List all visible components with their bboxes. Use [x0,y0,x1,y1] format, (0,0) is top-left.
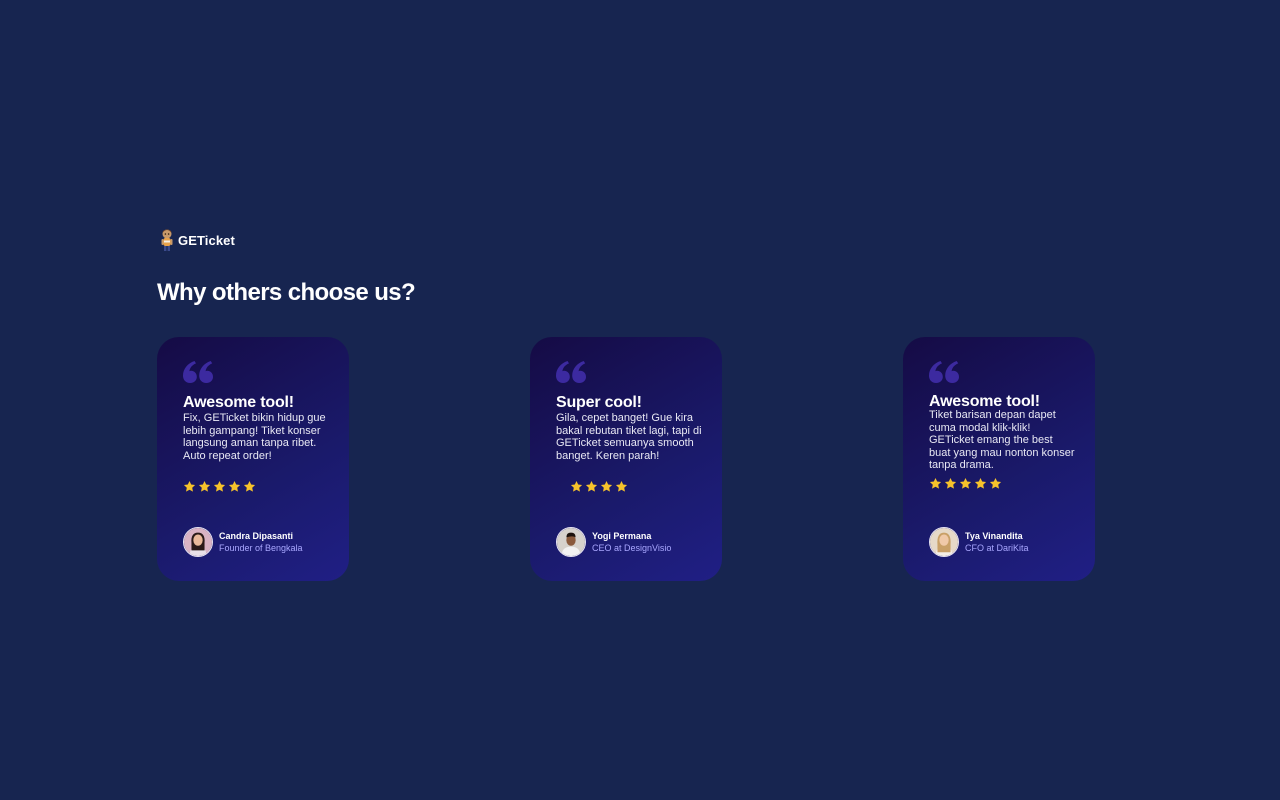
author-role: Founder of Bengkala [219,543,303,553]
section-heading: Why others choose us? [157,279,416,306]
female-avatar-icon [929,527,959,557]
author-name: Yogi Permana [592,531,652,541]
quote-icon [929,361,959,383]
author-role: CEO at DesignVisio [592,543,672,553]
testimonial-text: Fix, GETicket bikin hidup gue lebih gamp… [183,412,326,462]
star-icon [570,480,583,493]
star-icon [944,477,957,490]
star-icon [974,477,987,490]
quote-icon [556,361,586,383]
brand[interactable]: GETicket [159,228,235,252]
testimonial-title: Awesome tool! [929,393,1040,410]
quote-icon [183,361,213,383]
star-rating [183,480,329,493]
star-icon [989,477,1002,490]
female-avatar-icon [183,527,213,557]
star-rating [929,477,1075,490]
author-name: Candra Dipasanti [219,531,294,541]
testimonial-text: Tiket barisan depan dapet cuma modal kli… [929,409,1075,471]
testimonial-title: Awesome tool! [183,394,294,411]
testimonial-author: Candra Dipasanti Founder of Bengkala [183,527,303,557]
testimonial-author: Tya Vinandita CFO at DariKita [929,527,1029,557]
brand-name: GETicket [178,232,235,248]
star-rating [570,480,702,493]
testimonial-text: Gila, cepet banget! Gue kira bakal rebut… [556,412,702,462]
star-icon [615,480,628,493]
testimonial-card: Awesome tool! Fix, GETicket bikin hidup … [157,337,349,581]
testimonial-card: Super cool! Gila, cepet banget! Gue kira… [530,337,722,581]
star-icon [585,480,598,493]
star-icon [243,480,256,493]
star-icon [213,480,226,493]
star-icon [228,480,241,493]
star-icon [600,480,613,493]
star-icon [929,477,942,490]
testimonial-author: Yogi Permana CEO at DesignVisio [556,527,671,557]
star-icon [183,480,196,493]
star-icon [198,480,211,493]
testimonial-title: Super cool! [556,394,642,411]
male-avatar-icon [556,527,586,557]
testimonial-card: Awesome tool! Tiket barisan depan dapet … [903,337,1095,581]
mascot-logo-icon [161,229,173,251]
author-name: Tya Vinandita [965,531,1023,541]
author-role: CFO at DariKita [965,543,1029,553]
star-icon [959,477,972,490]
testimonial-list: Awesome tool! Fix, GETicket bikin hidup … [0,337,1280,581]
